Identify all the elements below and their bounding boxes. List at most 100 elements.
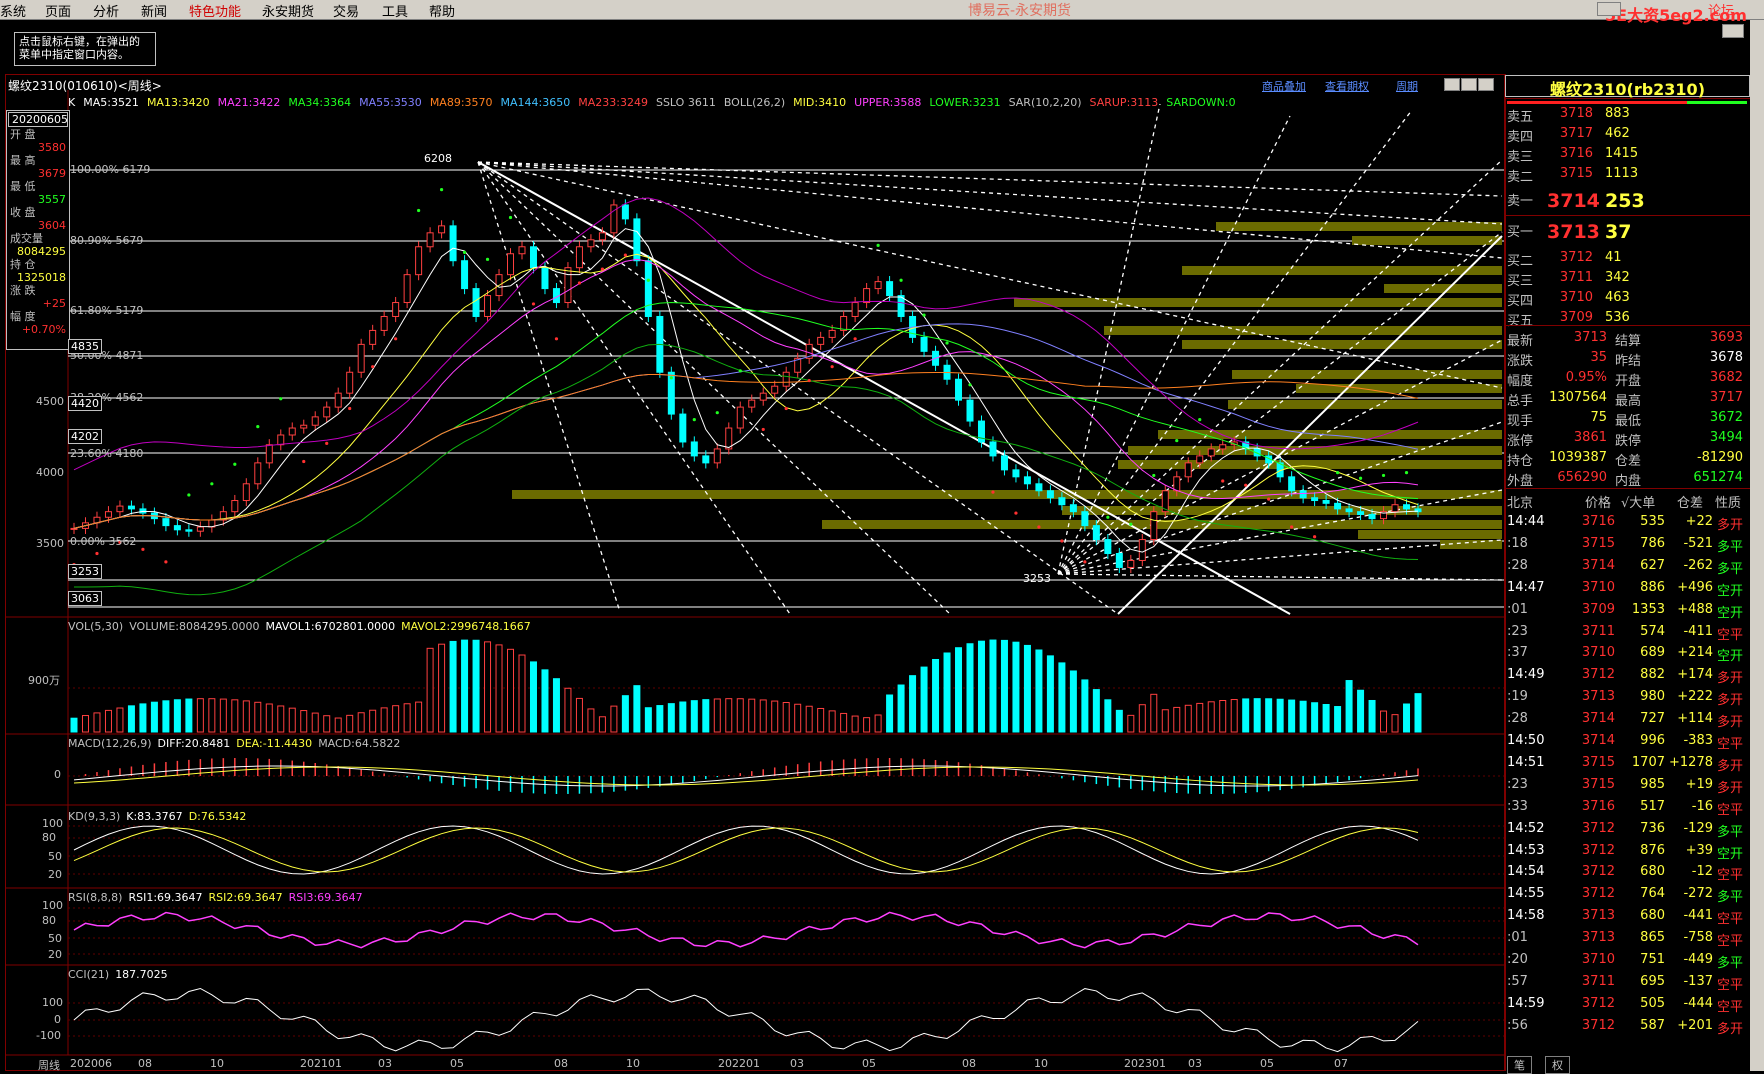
window-close-button[interactable] [1722, 24, 1744, 38]
volume-bar [1345, 680, 1353, 733]
legend-item: RSI3:69.3647 [288, 891, 363, 904]
tick-volume: 505 [1640, 995, 1665, 1011]
stat-value: 35 [1590, 350, 1607, 365]
volume-bar [656, 705, 664, 733]
volume-bar [518, 654, 526, 733]
stat-row: 最新 3713 结算 3693 [1507, 330, 1747, 349]
volume-bar [116, 707, 124, 733]
candle-body [644, 260, 652, 317]
tick-nature: 多开 [1717, 693, 1744, 709]
tick-volume: 865 [1640, 930, 1665, 946]
info-date: 20200605 [8, 112, 68, 127]
candle-body [196, 526, 204, 532]
kd-d-line [73, 827, 1419, 873]
legend-item: 187.7025 [115, 968, 168, 981]
volume-bar [1322, 704, 1330, 733]
candle-body [1092, 525, 1100, 541]
stat-value: 1039387 [1549, 450, 1607, 465]
candle-body [357, 343, 365, 373]
volume-bar [1127, 714, 1135, 733]
tick-nature: 多开 [1717, 1021, 1744, 1037]
volume-bar [484, 641, 492, 733]
tick-header: 价格 [1585, 496, 1612, 511]
sar-dot [439, 188, 444, 192]
tick-price: 3712 [1581, 667, 1615, 683]
window-minimize-button[interactable] [1597, 2, 1621, 16]
sar-dot [141, 547, 145, 551]
candle-body [323, 406, 331, 418]
tab-rights[interactable]: 权 [1545, 1056, 1570, 1074]
volume-bar [1253, 698, 1261, 733]
tick-volume: 886 [1640, 579, 1665, 595]
volume-bar [759, 699, 767, 733]
candle-body [484, 295, 492, 317]
bid-price: 3713 [1547, 221, 1600, 243]
ask-price: 3717 [1559, 126, 1593, 141]
tick-volume: 1707 [1631, 754, 1665, 770]
candle-body [1334, 502, 1342, 510]
candle-body [759, 392, 767, 401]
price-box-label: 4420 [68, 396, 102, 411]
tick-row: :01 3709 1353 +488 空开 [1507, 602, 1747, 621]
time-axis-label: 03 [790, 1057, 804, 1070]
tick-price: 3715 [1581, 535, 1615, 551]
stat-label: 幅度 [1507, 374, 1534, 389]
tick-nature: 空平 [1717, 912, 1744, 928]
sar-dot [968, 383, 972, 387]
candlestick-chart[interactable] [0, 0, 1505, 1071]
volume-bar [507, 648, 515, 733]
volume-bar [150, 701, 158, 733]
candle-body [242, 483, 250, 502]
volume-bar [897, 684, 905, 733]
volume-bar [1414, 693, 1422, 733]
info-vol-label: 成交量 [10, 232, 43, 245]
volume-bar [1242, 698, 1250, 733]
tick-price: 3716 [1581, 514, 1615, 529]
info-vol: 8084295 [17, 245, 66, 258]
sar-dot [715, 411, 719, 415]
tick-time: :37 [1507, 645, 1528, 661]
volume-bar [1104, 699, 1112, 733]
candle-body [1173, 476, 1181, 492]
volume-bar [357, 712, 365, 733]
cci-axis-label: 100 [42, 996, 63, 1009]
candle-body [1196, 455, 1204, 464]
volume-bar [1311, 702, 1319, 733]
stat-value: 656290 [1557, 470, 1607, 485]
bid-level-label: 买一 [1507, 225, 1534, 240]
scrollbar[interactable] [1750, 20, 1764, 1071]
rsi-axis-label: 100 [42, 899, 63, 912]
tick-oi-change: -441 [1683, 908, 1713, 924]
volume-bar [1265, 698, 1273, 733]
tick-volume: 695 [1640, 973, 1665, 989]
tick-volume: 882 [1640, 667, 1665, 683]
ask-level-label: 卖二 [1507, 170, 1534, 185]
volume-bar [920, 666, 928, 733]
tab-ticks[interactable]: 笔 [1507, 1056, 1532, 1074]
volume-bar [449, 640, 457, 733]
ask-row: 卖三 3716 1415 [1507, 146, 1747, 165]
volume-bar [748, 698, 756, 733]
volume-bar [1368, 699, 1376, 733]
stat-value: 0.95% [1565, 370, 1607, 385]
stat-label: 昨结 [1615, 354, 1642, 369]
time-axis-label: 202101 [300, 1057, 342, 1070]
tick-oi-change: -444 [1683, 995, 1713, 1011]
volume-bar [104, 709, 112, 733]
stat-row: 现手 75 最低 3672 [1507, 410, 1747, 429]
legend-item: KD(9,3,3) [68, 810, 121, 823]
ask-price: 3718 [1559, 106, 1593, 121]
info-low: 3557 [38, 193, 66, 206]
bid-level-label: 买三 [1507, 274, 1534, 289]
sar-dot [1244, 483, 1248, 487]
candle-body [173, 525, 181, 531]
volume-profile-bar [1104, 326, 1502, 335]
tick-price: 3712 [1581, 820, 1615, 836]
time-axis-label: 10 [210, 1057, 224, 1070]
tick-volume: 985 [1640, 776, 1665, 792]
candle-body [1012, 469, 1020, 478]
ask-row: 卖五 3718 883 [1507, 106, 1747, 125]
legend-item: VOL(5,30) [68, 620, 124, 633]
ask-row: 卖二 3715 1113 [1507, 166, 1747, 185]
quote-separator [1505, 488, 1750, 489]
